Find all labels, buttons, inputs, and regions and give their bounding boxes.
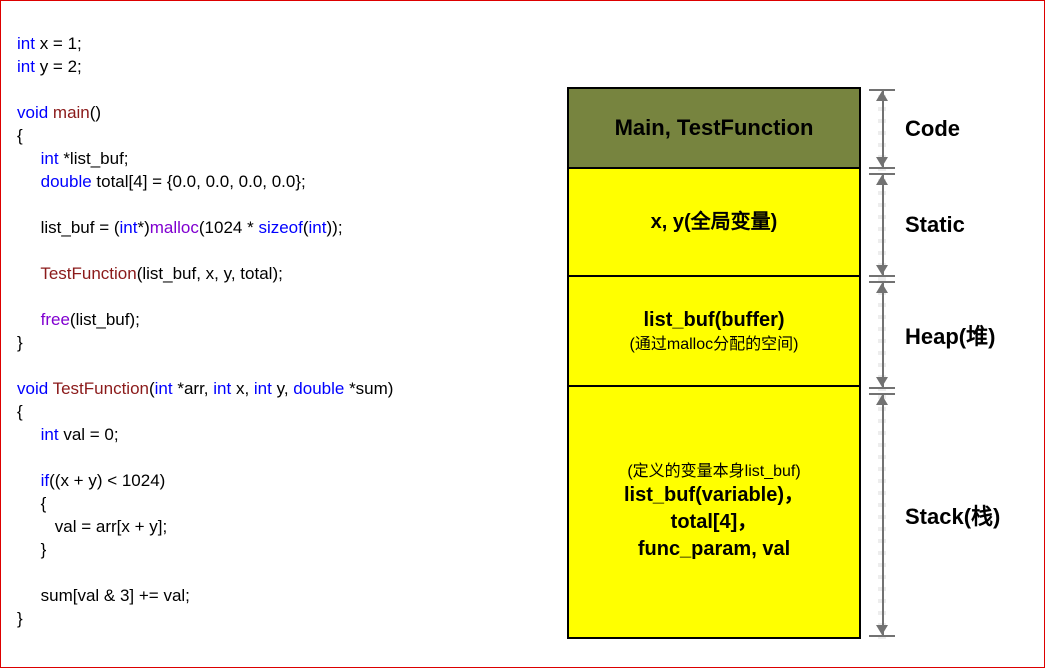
mem-segment-static: x, y(全局变量) [569, 169, 859, 277]
bracket-icon [869, 87, 895, 171]
bracket-icon [869, 391, 895, 639]
kw-int: int [155, 379, 173, 398]
mem-heap-sub: (通过malloc分配的空间) [630, 334, 799, 356]
label-slot-static: Static [869, 171, 1028, 279]
mem-stack-l2: total[4]， [671, 509, 758, 536]
kw-int: int [254, 379, 272, 398]
kw-void: void [17, 103, 48, 122]
mem-heap-title: list_buf(buffer) [643, 307, 784, 334]
kw-int: int [17, 57, 35, 76]
code-text: (list_buf); [70, 310, 140, 329]
code-text: y, [272, 379, 293, 398]
kw-int: int [17, 34, 35, 53]
mem-segment-heap: list_buf(buffer) (通过malloc分配的空间) [569, 277, 859, 387]
fn-testfunction-def: TestFunction [48, 379, 149, 398]
lib-free: free [41, 310, 70, 329]
label-slot-heap: Heap(堆) [869, 279, 1028, 391]
fn-testfunction-call: TestFunction [40, 264, 136, 283]
mem-stack-l3: func_param, val [638, 536, 790, 563]
mem-stack-sub: (定义的变量本身list_buf) [627, 461, 800, 483]
brace: } [17, 609, 23, 628]
brace: } [17, 540, 46, 559]
kw-double: double [293, 379, 344, 398]
kw-int: int [213, 379, 231, 398]
label-stack: Stack(栈) [895, 499, 1000, 531]
code-text: ((x + y) < 1024) [49, 471, 165, 490]
kw-int: int [120, 218, 138, 237]
code-text: sum[val & 3] += val; [17, 586, 190, 605]
code-text: x, [231, 379, 254, 398]
code-text: y = 2; [35, 57, 82, 76]
diagram-canvas: int x = 1; int y = 2; void main() { int … [0, 0, 1045, 668]
mem-segment-code: Main, TestFunction [569, 89, 859, 169]
code-text: () [90, 103, 101, 122]
code-text: (1024 * [199, 218, 259, 237]
code-text: x = 1; [35, 34, 82, 53]
code-text: val = 0; [59, 425, 119, 444]
code-text: )); [327, 218, 343, 237]
label-slot-code: Code [869, 87, 1028, 171]
code-text: *list_buf; [59, 149, 129, 168]
brace: { [17, 402, 23, 421]
fn-main: main [48, 103, 90, 122]
mem-segment-stack: (定义的变量本身list_buf) list_buf(variable)， to… [569, 387, 859, 637]
code-text: (list_buf, x, y, total); [137, 264, 283, 283]
memory-boxes: Main, TestFunction x, y(全局变量) list_buf(b… [567, 87, 861, 639]
kw-int: int [309, 218, 327, 237]
label-static: Static [895, 212, 965, 238]
kw-double: double [41, 172, 92, 191]
mem-static-title: x, y(全局变量) [651, 209, 778, 236]
label-code: Code [895, 116, 960, 142]
code-listing: int x = 1; int y = 2; void main() { int … [17, 9, 557, 659]
kw-sizeof: sizeof [258, 218, 302, 237]
kw-void: void [17, 379, 48, 398]
bracket-icon [869, 171, 895, 279]
bracket-icon [869, 279, 895, 391]
label-slot-stack: Stack(栈) [869, 391, 1028, 639]
brace: } [17, 333, 23, 352]
kw-int: int [41, 425, 59, 444]
lib-malloc: malloc [150, 218, 199, 237]
code-text: val = arr[x + y]; [17, 517, 167, 536]
mem-code-title: Main, TestFunction [615, 113, 814, 143]
kw-if: if [41, 471, 50, 490]
label-heap: Heap(堆) [895, 319, 995, 351]
brace: { [17, 126, 23, 145]
code-text: *sum) [344, 379, 393, 398]
code-text: *arr, [173, 379, 214, 398]
kw-int: int [41, 149, 59, 168]
brace: { [17, 494, 46, 513]
mem-stack-l1: list_buf(variable)， [624, 482, 804, 509]
code-text: *) [137, 218, 149, 237]
code-text: total[4] = {0.0, 0.0, 0.0, 0.0}; [92, 172, 306, 191]
memory-diagram: Main, TestFunction x, y(全局变量) list_buf(b… [557, 9, 1028, 659]
code-text: list_buf = ( [17, 218, 120, 237]
memory-labels: Code Static Heap(堆) Stack(栈) [861, 87, 1028, 639]
